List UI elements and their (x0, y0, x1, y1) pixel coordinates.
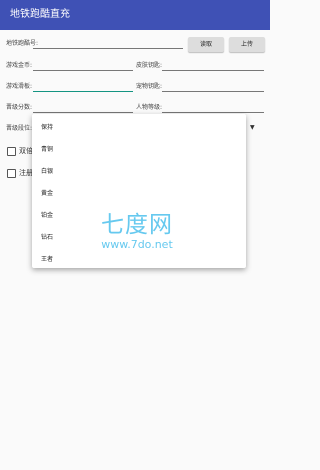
read-button[interactable]: 读取 (188, 37, 224, 52)
rank-option-platinum[interactable]: 铂金 (41, 212, 53, 234)
pet-key-field[interactable] (162, 81, 264, 100)
rank-option-keep[interactable]: 保持 (41, 124, 53, 146)
app-title: 地铁跑酷直充 (10, 9, 70, 20)
rank-option-king[interactable]: 王者 (41, 256, 53, 268)
account-field[interactable] (33, 38, 183, 57)
app-bar: 地铁跑酷直充 (0, 0, 270, 30)
rank-option-silver[interactable]: 白银 (41, 168, 53, 190)
pet-key-label: 宠物钥匙: (136, 83, 163, 90)
skin-key-label: 皮肤钥匙: (136, 62, 163, 69)
double-checkbox[interactable] (7, 147, 16, 156)
character-level-field[interactable] (162, 102, 264, 121)
chevron-down-icon[interactable]: ▼ (250, 124, 255, 132)
skin-key-input[interactable] (162, 68, 264, 79)
rank-tier-dropdown: 保持 青铜 白银 黄金 铂金 钻石 王者 (32, 114, 246, 268)
pet-key-input[interactable] (162, 89, 264, 100)
register-checkbox-label: 注册 (19, 169, 33, 177)
rank-option-diamond[interactable]: 钻石 (41, 234, 53, 256)
upload-button[interactable]: 上传 (229, 37, 265, 52)
character-level-label: 人物等级: (136, 104, 163, 111)
rank-tier-label: 晋级段位: (6, 125, 33, 132)
register-checkbox[interactable] (7, 169, 16, 178)
rank-option-gold[interactable]: 黄金 (41, 190, 53, 212)
rank-option-bronze[interactable]: 青铜 (41, 146, 53, 168)
ranked-score-label: 晋级分数: (6, 104, 33, 111)
ranked-score-field[interactable] (33, 102, 133, 121)
game-skateboard-field[interactable] (33, 81, 133, 100)
account-input[interactable] (33, 46, 183, 57)
game-coins-label: 游戏金币: (6, 62, 33, 69)
game-skateboard-label: 游戏滑板: (6, 83, 33, 90)
game-skateboard-input[interactable] (33, 89, 133, 100)
game-coins-input[interactable] (33, 68, 133, 79)
game-coins-field[interactable] (33, 60, 133, 79)
skin-key-field[interactable] (162, 60, 264, 79)
double-checkbox-label: 双倍 (19, 147, 33, 155)
